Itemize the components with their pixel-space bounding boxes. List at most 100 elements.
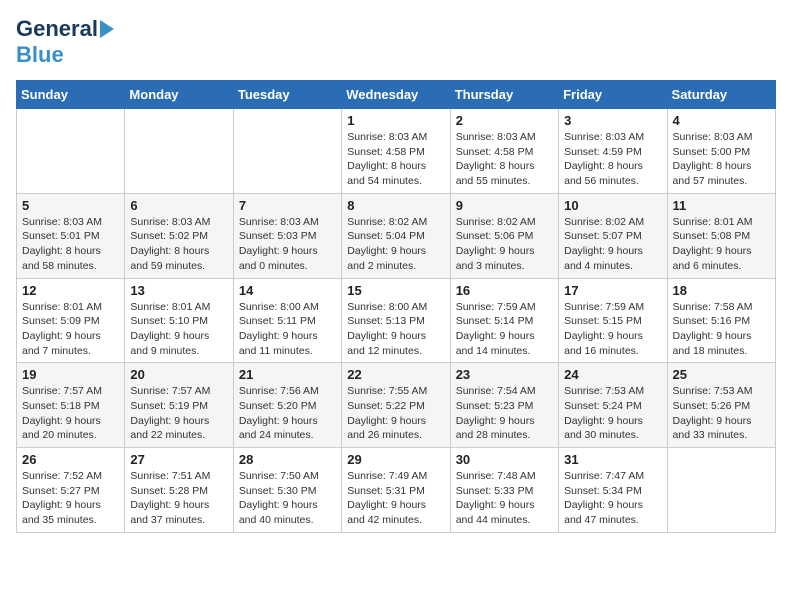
day-number: 21: [239, 367, 336, 382]
day-info: Sunrise: 8:00 AMSunset: 5:13 PMDaylight:…: [347, 300, 444, 359]
day-info: Sunrise: 8:01 AMSunset: 5:09 PMDaylight:…: [22, 300, 119, 359]
logo-blue: Blue: [16, 42, 64, 67]
calendar-cell: 21 Sunrise: 7:56 AMSunset: 5:20 PMDayligh…: [233, 363, 341, 448]
day-number: 1: [347, 113, 444, 128]
day-info: Sunrise: 8:03 AMSunset: 4:59 PMDaylight:…: [564, 130, 661, 189]
calendar-cell: [667, 448, 775, 533]
day-number: 31: [564, 452, 661, 467]
calendar-cell: 14 Sunrise: 8:00 AMSunset: 5:11 PMDayligh…: [233, 278, 341, 363]
day-info: Sunrise: 8:01 AMSunset: 5:08 PMDaylight:…: [673, 215, 770, 274]
logo-general: General: [16, 16, 98, 42]
day-info: Sunrise: 7:55 AMSunset: 5:22 PMDaylight:…: [347, 384, 444, 443]
calendar-cell: 28 Sunrise: 7:50 AMSunset: 5:30 PMDayligh…: [233, 448, 341, 533]
calendar-week-row: 19Sunrise: 7:57 AMSunset: 5:18 PMDayligh…: [17, 363, 776, 448]
day-number: 14: [239, 283, 336, 298]
day-number: 13: [130, 283, 227, 298]
day-number: 29: [347, 452, 444, 467]
day-info: Sunrise: 7:52 AMSunset: 5:27 PMDaylight:…: [22, 469, 119, 528]
page-header: General Blue: [16, 16, 776, 68]
day-info: Sunrise: 8:00 AMSunset: 5:11 PMDaylight:…: [239, 300, 336, 359]
day-info: Sunrise: 7:47 AMSunset: 5:34 PMDaylight:…: [564, 469, 661, 528]
calendar-cell: 13 Sunrise: 8:01 AMSunset: 5:10 PMDayligh…: [125, 278, 233, 363]
day-info: Sunrise: 7:50 AMSunset: 5:30 PMDaylight:…: [239, 469, 336, 528]
day-info: Sunrise: 7:53 AMSunset: 5:26 PMDaylight:…: [673, 384, 770, 443]
calendar-week-row: 12 Sunrise: 8:01 AMSunset: 5:09 PMDayligh…: [17, 278, 776, 363]
calendar-cell: 6 Sunrise: 8:03 AMSunset: 5:02 PMDaylight…: [125, 193, 233, 278]
day-number: 23: [456, 367, 553, 382]
day-info: Sunrise: 7:49 AMSunset: 5:31 PMDaylight:…: [347, 469, 444, 528]
calendar-cell: 16Sunrise: 7:59 AMSunset: 5:14 PMDayligh…: [450, 278, 558, 363]
calendar-cell: 17Sunrise: 7:59 AMSunset: 5:15 PMDayligh…: [559, 278, 667, 363]
calendar-table: SundayMondayTuesdayWednesdayThursdayFrid…: [16, 80, 776, 533]
calendar-cell: 10 Sunrise: 8:02 AMSunset: 5:07 PMDayligh…: [559, 193, 667, 278]
day-number: 8: [347, 198, 444, 213]
day-number: 2: [456, 113, 553, 128]
calendar-week-row: 26 Sunrise: 7:52 AMSunset: 5:27 PMDayligh…: [17, 448, 776, 533]
calendar-cell: 1 Sunrise: 8:03 AMSunset: 4:58 PMDaylight…: [342, 109, 450, 194]
calendar-cell: [17, 109, 125, 194]
logo: General Blue: [16, 16, 114, 68]
day-info: Sunrise: 7:51 AMSunset: 5:28 PMDaylight:…: [130, 469, 227, 528]
calendar-cell: 25Sunrise: 7:53 AMSunset: 5:26 PMDayligh…: [667, 363, 775, 448]
calendar-week-row: 1 Sunrise: 8:03 AMSunset: 4:58 PMDaylight…: [17, 109, 776, 194]
day-of-week-header: Saturday: [667, 81, 775, 109]
day-info: Sunrise: 8:01 AMSunset: 5:10 PMDaylight:…: [130, 300, 227, 359]
day-number: 5: [22, 198, 119, 213]
day-number: 18: [673, 283, 770, 298]
day-info: Sunrise: 7:56 AMSunset: 5:20 PMDaylight:…: [239, 384, 336, 443]
day-number: 27: [130, 452, 227, 467]
day-number: 6: [130, 198, 227, 213]
day-of-week-header: Monday: [125, 81, 233, 109]
day-number: 3: [564, 113, 661, 128]
day-info: Sunrise: 7:59 AMSunset: 5:14 PMDaylight:…: [456, 300, 553, 359]
calendar-cell: 9 Sunrise: 8:02 AMSunset: 5:06 PMDaylight…: [450, 193, 558, 278]
day-info: Sunrise: 8:03 AMSunset: 4:58 PMDaylight:…: [456, 130, 553, 189]
day-number: 10: [564, 198, 661, 213]
day-info: Sunrise: 7:58 AMSunset: 5:16 PMDaylight:…: [673, 300, 770, 359]
logo-arrow-icon: [100, 20, 114, 38]
calendar-cell: 4Sunrise: 8:03 AMSunset: 5:00 PMDaylight…: [667, 109, 775, 194]
day-number: 28: [239, 452, 336, 467]
calendar-cell: 19Sunrise: 7:57 AMSunset: 5:18 PMDayligh…: [17, 363, 125, 448]
calendar-cell: 12 Sunrise: 8:01 AMSunset: 5:09 PMDayligh…: [17, 278, 125, 363]
day-info: Sunrise: 8:03 AMSunset: 5:02 PMDaylight:…: [130, 215, 227, 274]
day-info: Sunrise: 7:57 AMSunset: 5:19 PMDaylight:…: [130, 384, 227, 443]
calendar-cell: 27 Sunrise: 7:51 AMSunset: 5:28 PMDayligh…: [125, 448, 233, 533]
calendar-cell: 23 Sunrise: 7:54 AMSunset: 5:23 PMDayligh…: [450, 363, 558, 448]
day-info: Sunrise: 8:03 AMSunset: 4:58 PMDaylight:…: [347, 130, 444, 189]
day-info: Sunrise: 8:03 AMSunset: 5:01 PMDaylight:…: [22, 215, 119, 274]
calendar-cell: 8Sunrise: 8:02 AMSunset: 5:04 PMDaylight…: [342, 193, 450, 278]
day-number: 9: [456, 198, 553, 213]
calendar-cell: 26 Sunrise: 7:52 AMSunset: 5:27 PMDayligh…: [17, 448, 125, 533]
calendar-week-row: 5 Sunrise: 8:03 AMSunset: 5:01 PMDaylight…: [17, 193, 776, 278]
day-info: Sunrise: 7:54 AMSunset: 5:23 PMDaylight:…: [456, 384, 553, 443]
day-number: 12: [22, 283, 119, 298]
calendar-cell: 20 Sunrise: 7:57 AMSunset: 5:19 PMDayligh…: [125, 363, 233, 448]
calendar-header-row: SundayMondayTuesdayWednesdayThursdayFrid…: [17, 81, 776, 109]
calendar-cell: 2 Sunrise: 8:03 AMSunset: 4:58 PMDaylight…: [450, 109, 558, 194]
calendar-cell: 5 Sunrise: 8:03 AMSunset: 5:01 PMDaylight…: [17, 193, 125, 278]
calendar-cell: 29 Sunrise: 7:49 AMSunset: 5:31 PMDayligh…: [342, 448, 450, 533]
calendar-cell: 3 Sunrise: 8:03 AMSunset: 4:59 PMDaylight…: [559, 109, 667, 194]
day-number: 20: [130, 367, 227, 382]
day-number: 26: [22, 452, 119, 467]
day-number: 15: [347, 283, 444, 298]
day-of-week-header: Sunday: [17, 81, 125, 109]
day-of-week-header: Thursday: [450, 81, 558, 109]
day-of-week-header: Tuesday: [233, 81, 341, 109]
day-number: 19: [22, 367, 119, 382]
calendar-cell: 15 Sunrise: 8:00 AMSunset: 5:13 PMDayligh…: [342, 278, 450, 363]
day-info: Sunrise: 8:03 AMSunset: 5:00 PMDaylight:…: [673, 130, 770, 189]
calendar-cell: 30Sunrise: 7:48 AMSunset: 5:33 PMDayligh…: [450, 448, 558, 533]
day-info: Sunrise: 8:02 AMSunset: 5:07 PMDaylight:…: [564, 215, 661, 274]
day-number: 11: [673, 198, 770, 213]
day-of-week-header: Friday: [559, 81, 667, 109]
calendar-cell: 11 Sunrise: 8:01 AMSunset: 5:08 PMDayligh…: [667, 193, 775, 278]
day-number: 30: [456, 452, 553, 467]
day-number: 22: [347, 367, 444, 382]
day-number: 17: [564, 283, 661, 298]
day-info: Sunrise: 8:02 AMSunset: 5:06 PMDaylight:…: [456, 215, 553, 274]
day-info: Sunrise: 8:03 AMSunset: 5:03 PMDaylight:…: [239, 215, 336, 274]
calendar-cell: 22 Sunrise: 7:55 AMSunset: 5:22 PMDayligh…: [342, 363, 450, 448]
day-number: 7: [239, 198, 336, 213]
